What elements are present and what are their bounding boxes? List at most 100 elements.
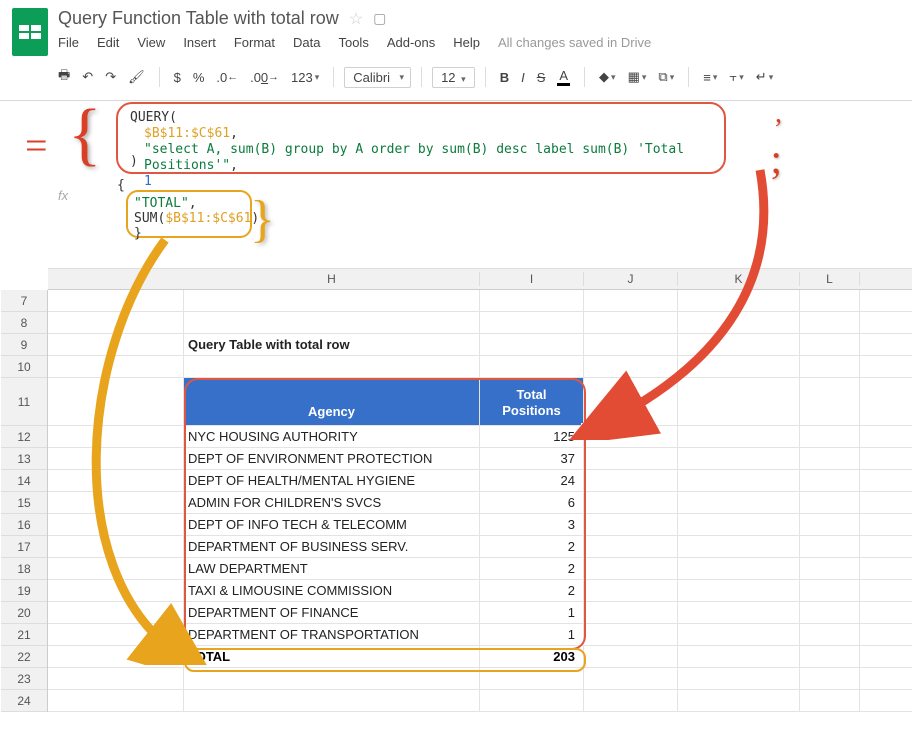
cell[interactable] (678, 624, 800, 645)
row-header[interactable]: 12 (1, 426, 47, 448)
cell[interactable]: 2 (480, 580, 584, 601)
row-header[interactable]: 24 (1, 690, 47, 712)
row-header[interactable]: 16 (1, 514, 47, 536)
cell[interactable]: ADMIN FOR CHILDREN'S SVCS (184, 492, 480, 513)
cell[interactable] (480, 312, 584, 333)
row-header[interactable]: 20 (1, 602, 47, 624)
cell[interactable] (48, 470, 184, 491)
cell[interactable] (800, 356, 860, 377)
cell[interactable] (584, 426, 678, 447)
cell[interactable] (800, 378, 860, 425)
cell[interactable] (584, 536, 678, 557)
cell[interactable] (584, 668, 678, 689)
paint-format-icon[interactable]: 🖌 (124, 67, 149, 87)
cell[interactable] (584, 378, 678, 425)
cell[interactable]: 37 (480, 448, 584, 469)
row-header[interactable]: 15 (1, 492, 47, 514)
cell[interactable] (584, 356, 678, 377)
cell[interactable] (678, 426, 800, 447)
cell[interactable] (800, 580, 860, 601)
col-header-l[interactable]: L (800, 272, 860, 286)
cell[interactable] (678, 536, 800, 557)
cell[interactable] (48, 378, 184, 425)
cell[interactable] (800, 448, 860, 469)
cell[interactable] (48, 312, 184, 333)
cell[interactable] (584, 448, 678, 469)
cell[interactable] (48, 602, 184, 623)
col-header-h[interactable]: H (184, 272, 480, 286)
table-header-agency[interactable]: Agency (184, 378, 480, 425)
cell[interactable] (678, 514, 800, 535)
more-formats-button[interactable]: 123▾ (287, 68, 323, 87)
cell[interactable] (800, 624, 860, 645)
col-header-j[interactable]: J (584, 272, 678, 286)
row-header[interactable]: 8 (1, 312, 47, 334)
cell[interactable] (678, 378, 800, 425)
cell[interactable]: DEPARTMENT OF BUSINESS SERV. (184, 536, 480, 557)
row-header[interactable]: 13 (1, 448, 47, 470)
cell[interactable]: 2 (480, 536, 584, 557)
cell[interactable] (584, 514, 678, 535)
menu-edit[interactable]: Edit (97, 35, 119, 50)
menu-help[interactable]: Help (453, 35, 480, 50)
spreadsheet-grid[interactable]: H I J K L 789101112131415161718192021222… (48, 268, 912, 740)
row-header[interactable]: 17 (1, 536, 47, 558)
cell[interactable] (800, 492, 860, 513)
cell[interactable] (584, 290, 678, 311)
cell[interactable]: 1 (480, 602, 584, 623)
cell[interactable] (48, 514, 184, 535)
cell[interactable] (800, 514, 860, 535)
star-icon[interactable]: ☆ (349, 9, 363, 29)
cell[interactable] (678, 356, 800, 377)
cell[interactable] (480, 334, 584, 355)
cell[interactable] (678, 470, 800, 491)
cell[interactable] (480, 290, 584, 311)
cell[interactable] (800, 536, 860, 557)
cell[interactable] (800, 470, 860, 491)
cell[interactable] (48, 580, 184, 601)
font-size-select[interactable]: 12 ▾ (432, 67, 475, 88)
cell[interactable] (584, 624, 678, 645)
row-header[interactable]: 22 (1, 646, 47, 668)
cell[interactable] (48, 290, 184, 311)
cell[interactable] (678, 558, 800, 579)
cell[interactable] (584, 492, 678, 513)
cell[interactable] (184, 312, 480, 333)
cell[interactable] (584, 646, 678, 667)
cell[interactable] (584, 580, 678, 601)
halign-icon[interactable]: ≡▾ (699, 68, 721, 87)
cell[interactable] (48, 536, 184, 557)
cell[interactable]: 1 (480, 624, 584, 645)
row-header[interactable]: 7 (1, 290, 47, 312)
cell[interactable]: TOTAL (184, 646, 480, 667)
cell[interactable] (678, 290, 800, 311)
cell[interactable] (584, 334, 678, 355)
format-percent-button[interactable]: % (189, 68, 209, 87)
wrap-icon[interactable]: ↵▾ (752, 67, 777, 87)
row-header[interactable]: 10 (1, 356, 47, 378)
decrease-decimal-button[interactable]: .0← (212, 68, 242, 87)
row-header[interactable]: 18 (1, 558, 47, 580)
cell[interactable] (800, 558, 860, 579)
italic-button[interactable]: I (517, 68, 529, 87)
cell[interactable] (480, 356, 584, 377)
cell[interactable] (678, 690, 800, 711)
cell[interactable] (184, 356, 480, 377)
cell[interactable]: LAW DEPARTMENT (184, 558, 480, 579)
valign-icon[interactable]: ⫟▾ (725, 67, 747, 87)
format-currency-button[interactable]: $ (170, 68, 185, 87)
cell[interactable]: 3 (480, 514, 584, 535)
menu-insert[interactable]: Insert (183, 35, 216, 50)
cell[interactable] (48, 448, 184, 469)
cell[interactable] (48, 646, 184, 667)
menu-view[interactable]: View (137, 35, 165, 50)
cell[interactable] (48, 668, 184, 689)
cells-area[interactable]: Query Table with total rowAgencyTotalPos… (48, 290, 912, 712)
cell[interactable] (584, 690, 678, 711)
strike-button[interactable]: S (533, 68, 550, 87)
cell[interactable]: DEPT OF INFO TECH & TELECOMM (184, 514, 480, 535)
cell[interactable] (678, 602, 800, 623)
cell[interactable] (584, 558, 678, 579)
redo-icon[interactable]: ↷ (101, 67, 120, 87)
cell[interactable] (678, 580, 800, 601)
